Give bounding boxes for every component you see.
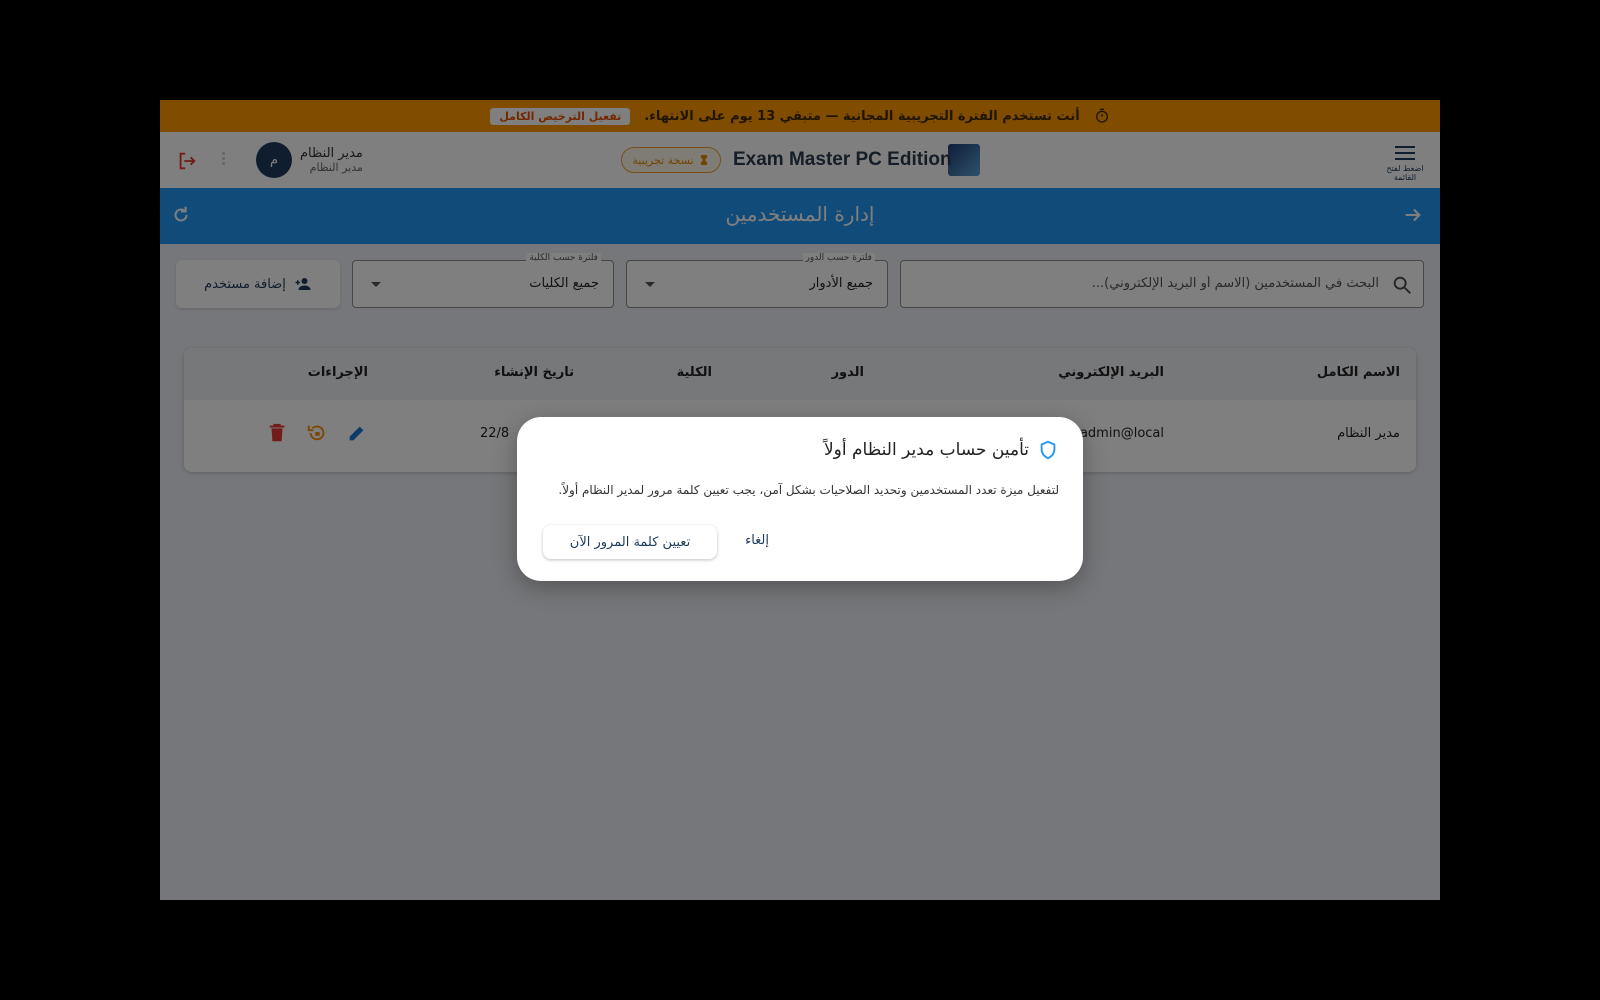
app-window: أنت تستخدم الفترة التجريبية المجانية — م… (160, 100, 1440, 900)
dialog-title: تأمين حساب مدير النظام أولاً (823, 440, 1029, 460)
cancel-button[interactable]: إلغاء (745, 533, 769, 548)
secure-admin-dialog: تأمين حساب مدير النظام أولاً لتفعيل ميزة… (517, 417, 1083, 581)
shield-icon (1040, 440, 1056, 460)
dialog-message: لتفعيل ميزة تعدد المستخدمين وتحديد الصلا… (558, 483, 1059, 497)
set-password-button[interactable]: تعيين كلمة المرور الآن (543, 525, 717, 559)
